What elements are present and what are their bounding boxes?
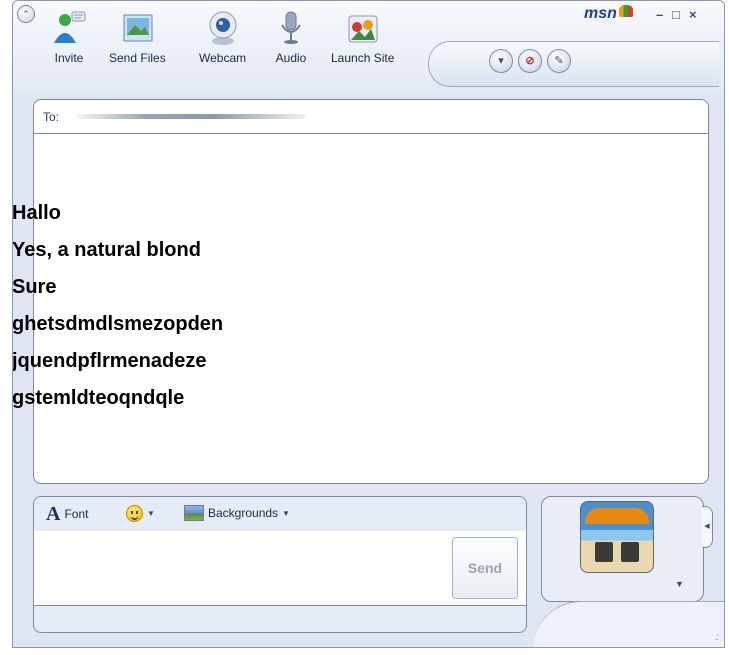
chevron-down-icon: ▼ — [147, 509, 155, 518]
backgrounds-button[interactable]: Backgrounds ▼ — [184, 505, 290, 521]
emoticon-button[interactable]: ▼ — [126, 505, 155, 522]
webcam-label: Webcam — [199, 51, 247, 65]
font-label: Font — [64, 507, 89, 521]
action-pill — [428, 41, 719, 87]
umbrella-shape — [585, 508, 649, 524]
send-files-button[interactable]: Send Files — [109, 9, 166, 65]
display-picture[interactable] — [580, 501, 654, 573]
minimize-button[interactable]: – — [656, 7, 663, 22]
launch-site-button[interactable]: Launch Site — [331, 9, 394, 65]
close-button[interactable]: × — [689, 7, 697, 22]
send-files-icon — [119, 9, 155, 47]
message-text: Hallo — [13, 199, 61, 227]
chevron-down-icon[interactable]: ▾ — [489, 49, 513, 73]
chevron-down-icon: ▼ — [282, 508, 290, 518]
audio-button[interactable]: Audio — [273, 9, 309, 65]
msn-conversation-window: ⌃ Invite Send Files Webcam Audio Launch … — [12, 0, 725, 648]
pen-icon[interactable]: ✎ — [547, 49, 571, 73]
system-menu-icon[interactable]: ⌃ — [17, 5, 35, 23]
invite-user-icon — [51, 9, 87, 47]
conversation-panel: To: — [33, 99, 709, 484]
invite-button[interactable]: Invite — [51, 9, 87, 65]
resize-grip-icon[interactable]: .: — [714, 632, 718, 643]
send-files-label: Send Files — [109, 51, 166, 65]
beach-chair-shape — [595, 542, 613, 562]
background-image-icon — [184, 505, 204, 521]
message-text: Sure — [13, 273, 56, 301]
display-picture-panel: ▼ — [541, 496, 704, 602]
message-text: jquendpflrmenadeze — [13, 347, 206, 375]
microphone-icon — [273, 9, 309, 47]
compose-panel: A Font ▼ Backgrounds ▼ Send — [33, 496, 527, 633]
launch-site-icon — [345, 9, 381, 47]
message-text: gstemldteoqndqle — [13, 384, 184, 412]
chevron-down-icon[interactable]: ▼ — [675, 579, 684, 589]
send-button[interactable]: Send — [452, 537, 518, 599]
font-icon: A — [46, 503, 61, 525]
block-icon[interactable]: ⊘ — [518, 49, 542, 73]
audio-label: Audio — [275, 51, 307, 65]
toolbar: ⌃ Invite Send Files Webcam Audio Launch … — [13, 1, 724, 93]
maximize-button[interactable]: □ — [672, 7, 680, 22]
webcam-icon — [205, 9, 241, 47]
msn-logo: msn — [584, 5, 633, 23]
format-toolbar: A Font ▼ Backgrounds ▼ — [34, 497, 526, 532]
invite-label: Invite — [54, 51, 84, 65]
webcam-button[interactable]: Webcam — [199, 9, 246, 65]
message-text: Yes, a natural blond — [13, 236, 201, 264]
recipient-redacted — [76, 114, 306, 119]
smiley-icon — [126, 505, 143, 522]
backgrounds-label: Backgrounds — [208, 506, 279, 520]
window-bottom-curve — [533, 601, 724, 647]
to-bar: To: — [34, 100, 708, 134]
beach-chair-shape — [621, 542, 639, 562]
message-text: ghetsdmdlsmezopden — [13, 310, 223, 338]
launch-site-label: Launch Site — [331, 51, 395, 65]
to-label: To: — [43, 110, 60, 124]
expand-panel-tab[interactable]: ◀ — [702, 506, 713, 548]
font-button[interactable]: A Font — [46, 503, 89, 525]
